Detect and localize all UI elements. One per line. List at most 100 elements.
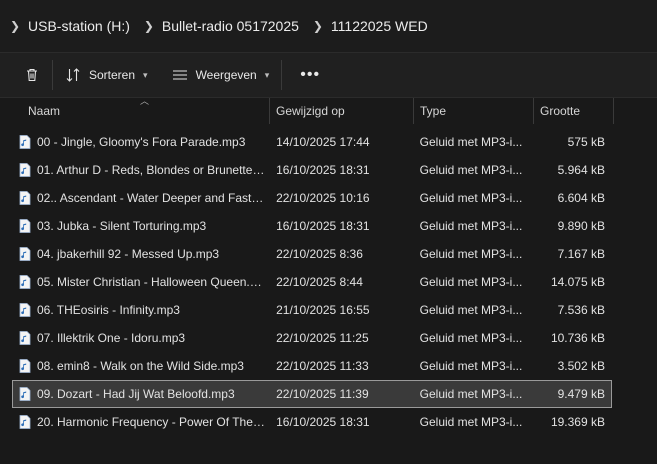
mp3-file-icon bbox=[19, 247, 31, 261]
file-type: Geluid met MP3-i... bbox=[419, 219, 523, 233]
file-name-cell[interactable]: 06. THEosiris - Infinity.mp3 bbox=[13, 303, 270, 317]
file-modified: 16/10/2025 18:31 bbox=[276, 415, 370, 429]
mp3-file-icon bbox=[19, 275, 31, 289]
mp3-file-icon bbox=[19, 191, 31, 205]
file-list: 00 - Jingle, Gloomy's Fora Parade.mp3 14/… bbox=[12, 128, 612, 436]
file-type: Geluid met MP3-i... bbox=[419, 359, 523, 373]
file-row[interactable]: 00 - Jingle, Gloomy's Fora Parade.mp3 14/… bbox=[12, 128, 612, 156]
file-name: 04. jbakerhill 92 - Messed Up.mp3 bbox=[37, 247, 220, 261]
file-name: 01. Arthur D - Reds, Blondes or Brunette… bbox=[37, 163, 265, 177]
file-type: Geluid met MP3-i... bbox=[419, 135, 523, 149]
sort-label: Sorteren bbox=[89, 68, 136, 82]
file-modified: 22/10/2025 10:16 bbox=[276, 191, 370, 205]
file-size: 14.075 kB bbox=[550, 275, 605, 289]
file-size: 5.964 kB bbox=[557, 163, 605, 177]
chevron-down-icon: ▾ bbox=[264, 69, 270, 80]
file-row[interactable]: 08. emin8 - Walk on the Wild Side.mp3 22/… bbox=[12, 352, 612, 380]
chevron-right-icon[interactable]: ❯ bbox=[140, 19, 158, 33]
file-name-cell[interactable]: 20. Harmonic Frequency - Power Of The Un… bbox=[13, 415, 270, 429]
file-modified: 14/10/2025 17:44 bbox=[276, 135, 370, 149]
chevron-right-icon[interactable]: ❯ bbox=[309, 19, 327, 33]
toolbar-divider bbox=[52, 60, 53, 90]
file-name-cell[interactable]: 08. emin8 - Walk on the Wild Side.mp3 bbox=[13, 359, 270, 373]
mp3-file-icon bbox=[19, 331, 31, 345]
file-modified: 22/10/2025 11:39 bbox=[276, 387, 369, 401]
file-modified: 16/10/2025 18:31 bbox=[276, 219, 370, 233]
mp3-file-icon bbox=[19, 135, 31, 149]
column-header-type[interactable]: Type bbox=[414, 98, 534, 124]
file-size: 575 kB bbox=[567, 135, 605, 149]
file-name: 03. Jubka - Silent Torturing.mp3 bbox=[37, 219, 207, 233]
file-row[interactable]: 05. Mister Christian - Halloween Queen.m… bbox=[12, 268, 612, 296]
sort-button[interactable]: Sorteren ▾ bbox=[65, 60, 148, 90]
column-header-modified[interactable]: Gewijzigd op bbox=[270, 98, 414, 124]
mp3-file-icon bbox=[19, 219, 31, 233]
file-name: 05. Mister Christian - Halloween Queen.m… bbox=[37, 275, 265, 289]
toolbar-divider bbox=[281, 60, 283, 90]
file-name: 07. Illektrik One - Idoru.mp3 bbox=[37, 331, 186, 345]
mp3-file-icon bbox=[19, 303, 31, 317]
mp3-file-icon bbox=[19, 387, 31, 401]
file-size: 3.502 kB bbox=[557, 359, 605, 373]
file-size: 7.167 kB bbox=[557, 247, 605, 261]
file-size: 9.479 kB bbox=[557, 387, 605, 401]
view-button[interactable]: Weergeven ▾ bbox=[172, 60, 270, 90]
file-type: Geluid met MP3-i... bbox=[419, 247, 523, 261]
file-name: 20. Harmonic Frequency - Power Of The Un… bbox=[37, 415, 265, 429]
file-row[interactable]: 04. jbakerhill 92 - Messed Up.mp3 22/10/2… bbox=[12, 240, 612, 268]
file-row[interactable]: 20. Harmonic Frequency - Power Of The Un… bbox=[12, 408, 612, 436]
breadcrumb-current[interactable]: 11122025 WED bbox=[327, 18, 438, 34]
delete-button[interactable] bbox=[24, 60, 40, 90]
view-lines-icon bbox=[172, 70, 187, 80]
file-type: Geluid met MP3-i... bbox=[419, 303, 523, 317]
address-bar[interactable]: ❯ USB-station (H:) ❯ Bullet-radio 051720… bbox=[0, 0, 657, 52]
file-type: Geluid met MP3-i... bbox=[419, 191, 523, 205]
mp3-file-icon bbox=[19, 163, 31, 177]
file-modified: 22/10/2025 8:36 bbox=[276, 247, 363, 261]
file-modified: 16/10/2025 18:31 bbox=[276, 163, 370, 177]
mp3-file-icon bbox=[19, 359, 31, 373]
file-size: 7.536 kB bbox=[557, 303, 605, 317]
file-name: 00 - Jingle, Gloomy's Fora Parade.mp3 bbox=[37, 135, 246, 149]
file-name-cell[interactable]: 01. Arthur D - Reds, Blondes or Brunette… bbox=[13, 163, 270, 177]
file-modified: 22/10/2025 11:33 bbox=[276, 359, 369, 373]
file-name: 06. THEosiris - Infinity.mp3 bbox=[37, 303, 180, 317]
breadcrumb-folder[interactable]: Bullet-radio 05172025 bbox=[158, 18, 309, 34]
file-row[interactable]: 03. Jubka - Silent Torturing.mp3 16/10/20… bbox=[12, 212, 612, 240]
file-type: Geluid met MP3-i... bbox=[419, 387, 523, 401]
file-row[interactable]: 01. Arthur D - Reds, Blondes or Brunette… bbox=[12, 156, 612, 184]
chevron-down-icon: ▾ bbox=[143, 69, 148, 80]
file-row[interactable]: 07. Illektrik One - Idoru.mp3 22/10/2025 … bbox=[12, 324, 612, 352]
mp3-file-icon bbox=[19, 415, 31, 429]
file-name: 02.. Ascendant - Water Deeper and Faster… bbox=[37, 191, 265, 205]
file-size: 9.890 kB bbox=[557, 219, 605, 233]
file-type: Geluid met MP3-i... bbox=[419, 415, 523, 429]
file-row[interactable]: 06. THEosiris - Infinity.mp3 21/10/2025 1… bbox=[12, 296, 612, 324]
file-size: 6.604 kB bbox=[557, 191, 605, 205]
column-header-name[interactable]: ︿ Naam bbox=[0, 96, 270, 124]
column-header-row: ︿ Naam Gewijzigd op Type Grootte bbox=[0, 96, 657, 124]
file-size: 10.736 kB bbox=[550, 331, 605, 345]
column-header-size[interactable]: Grootte bbox=[534, 98, 614, 124]
file-modified: 22/10/2025 8:44 bbox=[276, 275, 363, 289]
file-row[interactable]: 09. Dozart - Had Jij Wat Beloofd.mp3 22/1… bbox=[12, 380, 612, 408]
view-label: Weergeven bbox=[195, 68, 257, 82]
file-name: 09. Dozart - Had Jij Wat Beloofd.mp3 bbox=[37, 387, 235, 401]
file-size: 19.369 kB bbox=[550, 415, 605, 429]
more-options-button[interactable]: ••• bbox=[300, 60, 320, 90]
file-type: Geluid met MP3-i... bbox=[419, 331, 523, 345]
file-name-cell[interactable]: 02.. Ascendant - Water Deeper and Faster… bbox=[13, 191, 270, 205]
file-name-cell[interactable]: 05. Mister Christian - Halloween Queen.m… bbox=[13, 275, 270, 289]
file-name-cell[interactable]: 07. Illektrik One - Idoru.mp3 bbox=[13, 331, 270, 345]
file-row[interactable]: 02.. Ascendant - Water Deeper and Faster… bbox=[12, 184, 612, 212]
file-type: Geluid met MP3-i... bbox=[419, 163, 523, 177]
chevron-right-icon[interactable]: ❯ bbox=[6, 19, 24, 33]
sort-arrows-icon bbox=[66, 68, 80, 82]
file-name-cell[interactable]: 03. Jubka - Silent Torturing.mp3 bbox=[13, 219, 270, 233]
breadcrumb-drive[interactable]: USB-station (H:) bbox=[24, 18, 140, 34]
file-name-cell[interactable]: 09. Dozart - Had Jij Wat Beloofd.mp3 bbox=[13, 387, 270, 401]
command-bar: Sorteren ▾ Weergeven ▾ ••• bbox=[0, 52, 657, 98]
file-modified: 21/10/2025 16:55 bbox=[276, 303, 370, 317]
file-name-cell[interactable]: 04. jbakerhill 92 - Messed Up.mp3 bbox=[13, 247, 270, 261]
file-name-cell[interactable]: 00 - Jingle, Gloomy's Fora Parade.mp3 bbox=[13, 135, 270, 149]
